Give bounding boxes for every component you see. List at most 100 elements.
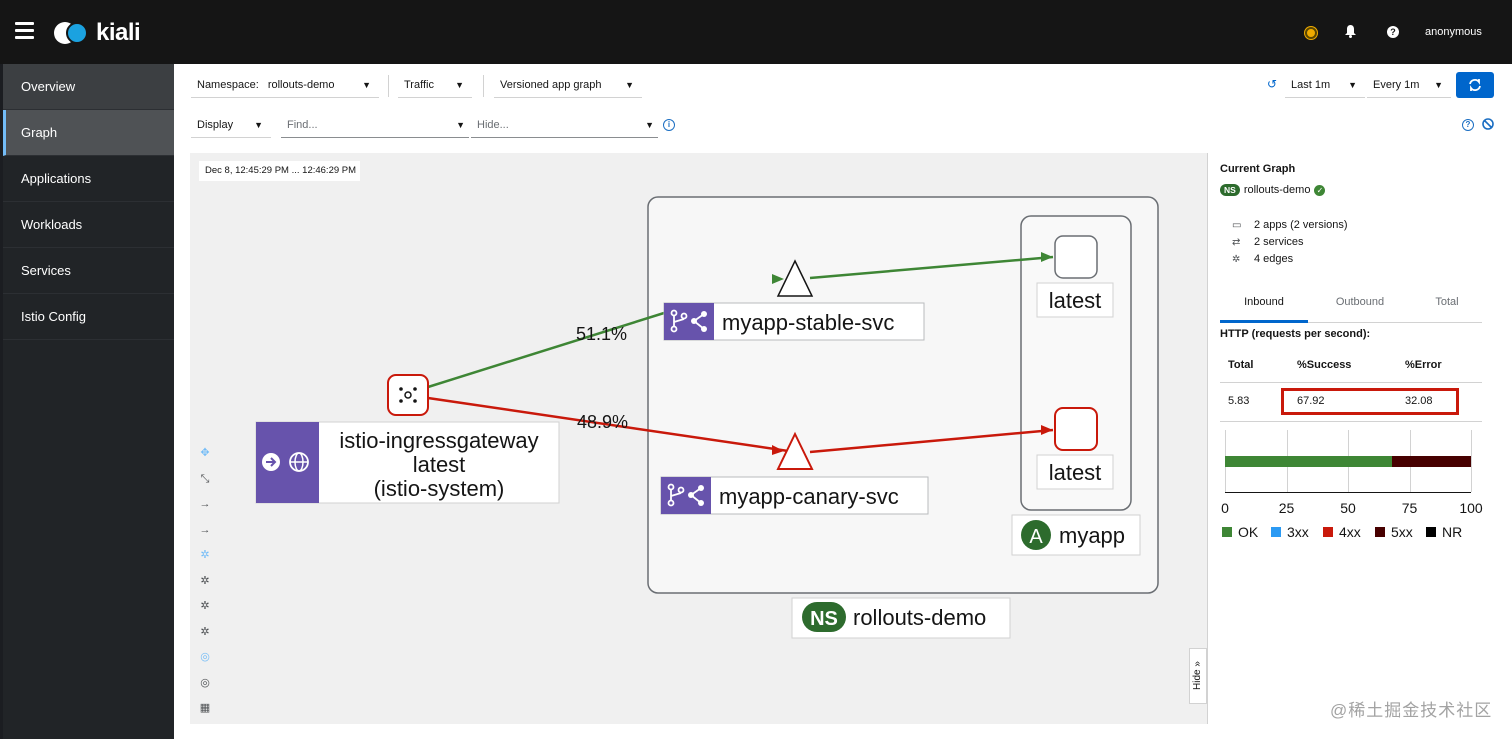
menu-icon[interactable] bbox=[15, 22, 34, 40]
caret-down-icon: ▼ bbox=[455, 80, 464, 90]
ns-badge: NS bbox=[1220, 184, 1240, 196]
refresh-button[interactable] bbox=[1456, 72, 1494, 98]
sidebar-item-workloads[interactable]: Workloads bbox=[3, 202, 174, 248]
hide-placeholder: Hide... bbox=[477, 119, 509, 131]
workload-version-stable: latest bbox=[1049, 288, 1102, 313]
sidebar-item-services[interactable]: Services bbox=[3, 248, 174, 294]
duration-select[interactable]: Last 1m ▼ bbox=[1285, 72, 1365, 98]
caret-down-icon: ▼ bbox=[254, 120, 263, 130]
find-placeholder: Find... bbox=[287, 119, 318, 131]
edges-icon: ✲ bbox=[1232, 253, 1241, 265]
stat-apps-text: 2 apps (2 versions) bbox=[1254, 219, 1348, 231]
legend-swatch bbox=[1222, 527, 1232, 537]
legend-item-nr: NR bbox=[1426, 524, 1462, 540]
edge-ingress-stable[interactable] bbox=[427, 311, 665, 389]
help-icon[interactable]: ? bbox=[1387, 26, 1399, 38]
services-icon: ⇄ bbox=[1232, 236, 1241, 248]
chart-bar-5xx[interactable] bbox=[1392, 456, 1471, 467]
cell-total: 5.83 bbox=[1228, 395, 1250, 407]
masthead: kiali ? anonymous bbox=[0, 0, 1512, 64]
graph-tour-icon[interactable] bbox=[1481, 117, 1495, 136]
namespace-select[interactable]: Namespace: rollouts-demo ▼ bbox=[191, 72, 379, 98]
table-divider bbox=[1220, 421, 1482, 422]
legend-item-4xx: 4xx bbox=[1323, 524, 1361, 540]
col-error: %Error bbox=[1405, 359, 1442, 371]
legend-map-icon[interactable]: ▦ bbox=[196, 696, 214, 720]
tab-total[interactable]: Total bbox=[1416, 289, 1478, 323]
graph-type-select[interactable]: Versioned app graph ▼ bbox=[494, 72, 642, 98]
layout-alt-icon[interactable]: → bbox=[196, 518, 214, 542]
caret-down-icon: ▼ bbox=[1348, 80, 1357, 90]
layout-1-icon[interactable]: ✲ bbox=[196, 543, 214, 567]
brand-name: kiali bbox=[96, 19, 141, 46]
namespace-name: rollouts-demo bbox=[853, 605, 986, 630]
table-divider bbox=[1220, 382, 1482, 383]
panel-namespace[interactable]: NS rollouts-demo ✓ bbox=[1220, 184, 1326, 196]
caret-down-icon[interactable]: ▼ bbox=[456, 112, 465, 138]
chart-gridline bbox=[1471, 430, 1472, 492]
namespace-layout-icon[interactable]: ◎ bbox=[196, 645, 214, 669]
layout-default-icon[interactable]: → bbox=[196, 492, 214, 516]
display-select[interactable]: Display ▼ bbox=[191, 112, 271, 138]
namespace-badge-text: NS bbox=[810, 608, 838, 630]
refresh-interval-select[interactable]: Every 1m ▼ bbox=[1367, 72, 1451, 98]
tab-outbound[interactable]: Outbound bbox=[1315, 289, 1405, 323]
hide-input[interactable]: Hide... ▼ bbox=[471, 112, 658, 138]
chart-bar-ok[interactable] bbox=[1225, 456, 1393, 467]
namespace-value: rollouts-demo bbox=[267, 79, 335, 91]
panel-namespace-name: rollouts-demo bbox=[1243, 184, 1311, 196]
legend-label: OK bbox=[1238, 524, 1259, 540]
caret-down-icon: ▼ bbox=[625, 80, 634, 90]
namespace-layout-2-icon[interactable]: ◎ bbox=[196, 671, 214, 695]
traffic-select[interactable]: Traffic ▼ bbox=[398, 72, 472, 98]
pan-icon[interactable]: ✥ bbox=[196, 441, 214, 465]
sidebar-item-applications[interactable]: Applications bbox=[3, 156, 174, 202]
caret-down-icon[interactable]: ▼ bbox=[645, 112, 654, 138]
user-menu[interactable]: anonymous bbox=[1425, 26, 1482, 38]
sidebar-item-overview[interactable]: Overview bbox=[3, 64, 174, 110]
ingress-namespace: (istio-system) bbox=[374, 476, 505, 501]
check-circle-icon: ✓ bbox=[1314, 184, 1326, 196]
apps-icon: ▭ bbox=[1232, 219, 1242, 231]
sidebar-item-graph[interactable]: Graph bbox=[3, 110, 174, 156]
graph-help-icon[interactable]: ? bbox=[1462, 119, 1474, 131]
service-badge bbox=[661, 477, 711, 514]
ingress-gateway-node[interactable] bbox=[387, 374, 429, 416]
chart-tick-label: 0 bbox=[1221, 500, 1229, 516]
logo-mark-icon bbox=[54, 20, 92, 46]
layout-2-icon[interactable]: ✲ bbox=[196, 569, 214, 593]
info-icon[interactable]: i bbox=[663, 119, 675, 131]
app-window: kiali ? anonymous Overview Graph Applica… bbox=[0, 0, 1512, 739]
workload-node-canary[interactable] bbox=[1054, 407, 1098, 451]
legend-label: 5xx bbox=[1391, 524, 1413, 540]
panel-title: Current Graph bbox=[1220, 163, 1296, 175]
legend-item-3xx: 3xx bbox=[1271, 524, 1309, 540]
chart-tick-label: 100 bbox=[1459, 500, 1483, 516]
bell-icon[interactable] bbox=[1345, 25, 1356, 41]
legend-item-ok: OK bbox=[1222, 524, 1258, 540]
graph-toolbox: ✥ ⤡ → → ✲ ✲ ✲ ✲ ◎ ◎ ▦ bbox=[196, 441, 214, 722]
kiali-logo[interactable]: kiali bbox=[54, 19, 141, 47]
legend-swatch bbox=[1426, 527, 1436, 537]
traffic-label: Traffic bbox=[404, 79, 434, 91]
refresh-interval-label: Every 1m bbox=[1373, 79, 1420, 91]
legend-swatch bbox=[1375, 527, 1385, 537]
duration-label: Last 1m bbox=[1291, 79, 1331, 91]
ingress-name: istio-ingressgateway bbox=[339, 428, 538, 453]
app-name: myapp bbox=[1059, 523, 1125, 548]
ingress-version: latest bbox=[413, 452, 466, 477]
layout-3-icon[interactable]: ✲ bbox=[196, 594, 214, 618]
service-name-canary: myapp-canary-svc bbox=[719, 484, 899, 509]
layout-4-icon[interactable]: ✲ bbox=[196, 620, 214, 644]
hide-panel-tab[interactable]: Hide » bbox=[1189, 648, 1207, 704]
workload-node-stable[interactable] bbox=[1054, 235, 1098, 279]
find-input[interactable]: Find... ▼ bbox=[281, 112, 469, 138]
legend-item-5xx: 5xx bbox=[1375, 524, 1413, 540]
tab-inbound[interactable]: Inbound bbox=[1220, 289, 1308, 323]
caret-down-icon: ▼ bbox=[1434, 80, 1443, 90]
fit-icon[interactable]: ⤡ bbox=[196, 467, 214, 491]
status-icon[interactable] bbox=[1305, 27, 1317, 39]
history-icon[interactable]: ↺ bbox=[1267, 77, 1277, 91]
sidebar-item-istio-config[interactable]: Istio Config bbox=[3, 294, 174, 340]
legend-label: 4xx bbox=[1339, 524, 1361, 540]
